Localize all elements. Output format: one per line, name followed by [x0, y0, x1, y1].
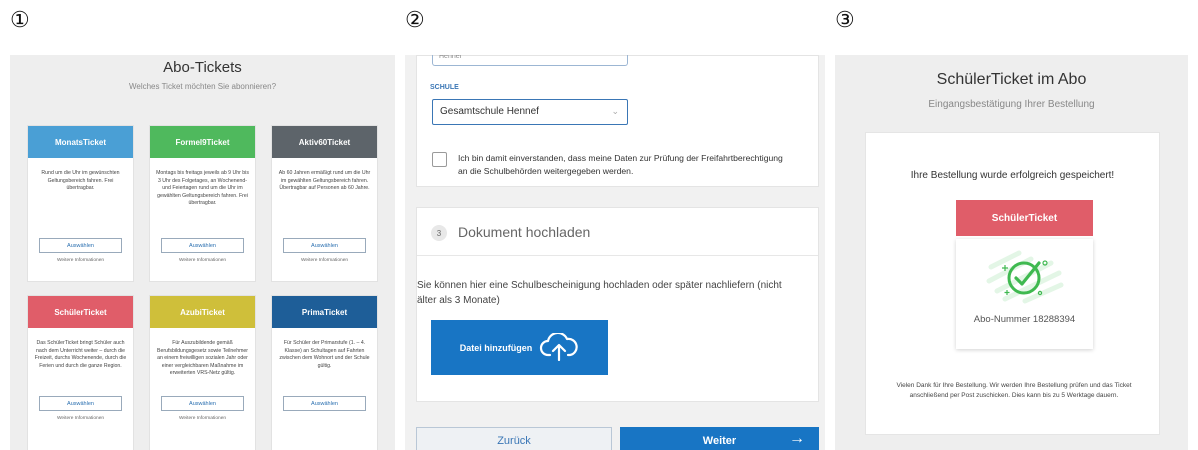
ticket-title: SchülerTicket [28, 296, 133, 331]
select-ticket-button[interactable]: Auswählen [283, 396, 366, 411]
back-button[interactable]: Zurück [416, 427, 612, 450]
school-select[interactable]: Gesamtschule Hennef ⌄ [432, 99, 628, 125]
confirmation-subtitle: Eingangsbestätigung Ihrer Bestellung [928, 99, 1095, 110]
school-label: SCHULE [430, 84, 459, 91]
more-info-link[interactable]: Weitere Informationen [272, 258, 377, 263]
school-select-value: Gesamtschule Hennef [440, 106, 539, 117]
select-ticket-button[interactable]: Auswählen [39, 396, 122, 411]
select-ticket-button[interactable]: Auswählen [161, 238, 244, 253]
step-number-1: ① [10, 8, 30, 33]
add-file-label: Datei hinzufügen [459, 342, 533, 353]
cloud-upload-icon [539, 331, 579, 363]
ticket-card: Aktiv60Ticket Ab 60 Jahren ermäßigt rund … [271, 125, 378, 282]
consent-checkbox[interactable] [432, 152, 447, 167]
step-number-3: ③ [835, 8, 855, 33]
ticket-title: PrimaTicket [272, 296, 377, 331]
ticket-card: SchülerTicket Das SchülerTicket bringt Sc… [27, 295, 134, 450]
ticket-description: Montags bis freitags jeweils ab 9 Uhr bi… [156, 170, 249, 206]
ticket-title: Formel9Ticket [150, 126, 255, 161]
ticket-card: AzubiTicket Für Auszubildende gemäß Beruf… [149, 295, 256, 450]
success-message: Ihre Bestellung wurde erfolgreich gespei… [910, 170, 1115, 181]
consent-text: Ich bin damit einverstanden, dass meine … [458, 153, 783, 176]
ticket-body: Abo-Nummer 18288394 [956, 239, 1093, 349]
ticket-title: AzubiTicket [150, 296, 255, 331]
ticket-title: Aktiv60Ticket [272, 126, 377, 161]
ticket-description: Für Schüler der Primarstufe (1. – 4. Kla… [279, 340, 370, 369]
more-info-link[interactable]: Weitere Informationen [150, 416, 255, 421]
confirmation-card: Ihre Bestellung wurde erfolgreich gespei… [865, 132, 1160, 435]
next-button[interactable]: Weiter → [620, 427, 819, 450]
order-confirmation-panel: SchülerTicket im Abo Eingangsbestätigung… [835, 55, 1188, 450]
ticket-header: SchülerTicket [956, 200, 1093, 239]
section-header: 3 Dokument hochladen [417, 208, 818, 256]
success-check-icon [985, 245, 1065, 312]
school-card: Hennef SCHULE Gesamtschule Hennef ⌄ Ich … [416, 55, 819, 187]
ticket-description: Ab 60 Jahren ermäßigt rund um die Uhr im… [278, 170, 371, 191]
section-number-badge: 3 [431, 225, 447, 241]
more-info-link[interactable]: Weitere Informationen [28, 258, 133, 263]
section-title: Dokument hochladen [458, 224, 591, 240]
document-upload-card: 3 Dokument hochladen Sie können hier ein… [416, 207, 819, 402]
next-button-label: Weiter [702, 435, 737, 447]
thanks-text: Vielen Dank für Ihre Bestellung. Wir wer… [896, 382, 1132, 399]
order-number: Abo-Nummer 18288394 [973, 314, 1076, 325]
arrow-right-icon: → [789, 430, 805, 447]
ticket-card: Formel9Ticket Montags bis freitags jeweil… [149, 125, 256, 282]
more-info-link[interactable]: Weitere Informationen [28, 416, 133, 421]
ticket-description: Rund um die Uhr im gewünschten Geltungsb… [41, 170, 120, 191]
select-ticket-button[interactable]: Auswählen [161, 396, 244, 411]
more-info-link[interactable]: Weitere Informationen [150, 258, 255, 263]
ticket-card: PrimaTicket Für Schüler der Primarstufe (… [271, 295, 378, 450]
ticket-title: MonatsTicket [28, 126, 133, 161]
select-ticket-button[interactable]: Auswählen [283, 238, 366, 253]
ticket-description: Das SchülerTicket bringt Schüler auch na… [34, 340, 127, 369]
add-file-button[interactable]: Datei hinzufügen [431, 320, 608, 375]
ticket-description: Für Auszubildende gemäß Berufsbildungsge… [156, 340, 249, 376]
page-title: Abo-Tickets [163, 59, 242, 76]
chevron-down-icon: ⌄ [611, 106, 619, 116]
page-subtitle: Welches Ticket möchten Sie abonnieren? [128, 82, 277, 91]
city-field[interactable]: Hennef [432, 55, 628, 66]
abo-tickets-panel: Abo-Tickets Welches Ticket möchten Sie a… [10, 55, 395, 450]
confirmation-title: SchülerTicket im Abo [936, 71, 1087, 88]
ticket-card: MonatsTicket Rund um die Uhr im gewünscht… [27, 125, 134, 282]
upload-description: Sie können hier eine Schulbescheinigung … [417, 280, 782, 306]
step-number-2: ② [405, 8, 425, 33]
order-form-panel: Hennef SCHULE Gesamtschule Hennef ⌄ Ich … [405, 55, 825, 450]
select-ticket-button[interactable]: Auswählen [39, 238, 122, 253]
